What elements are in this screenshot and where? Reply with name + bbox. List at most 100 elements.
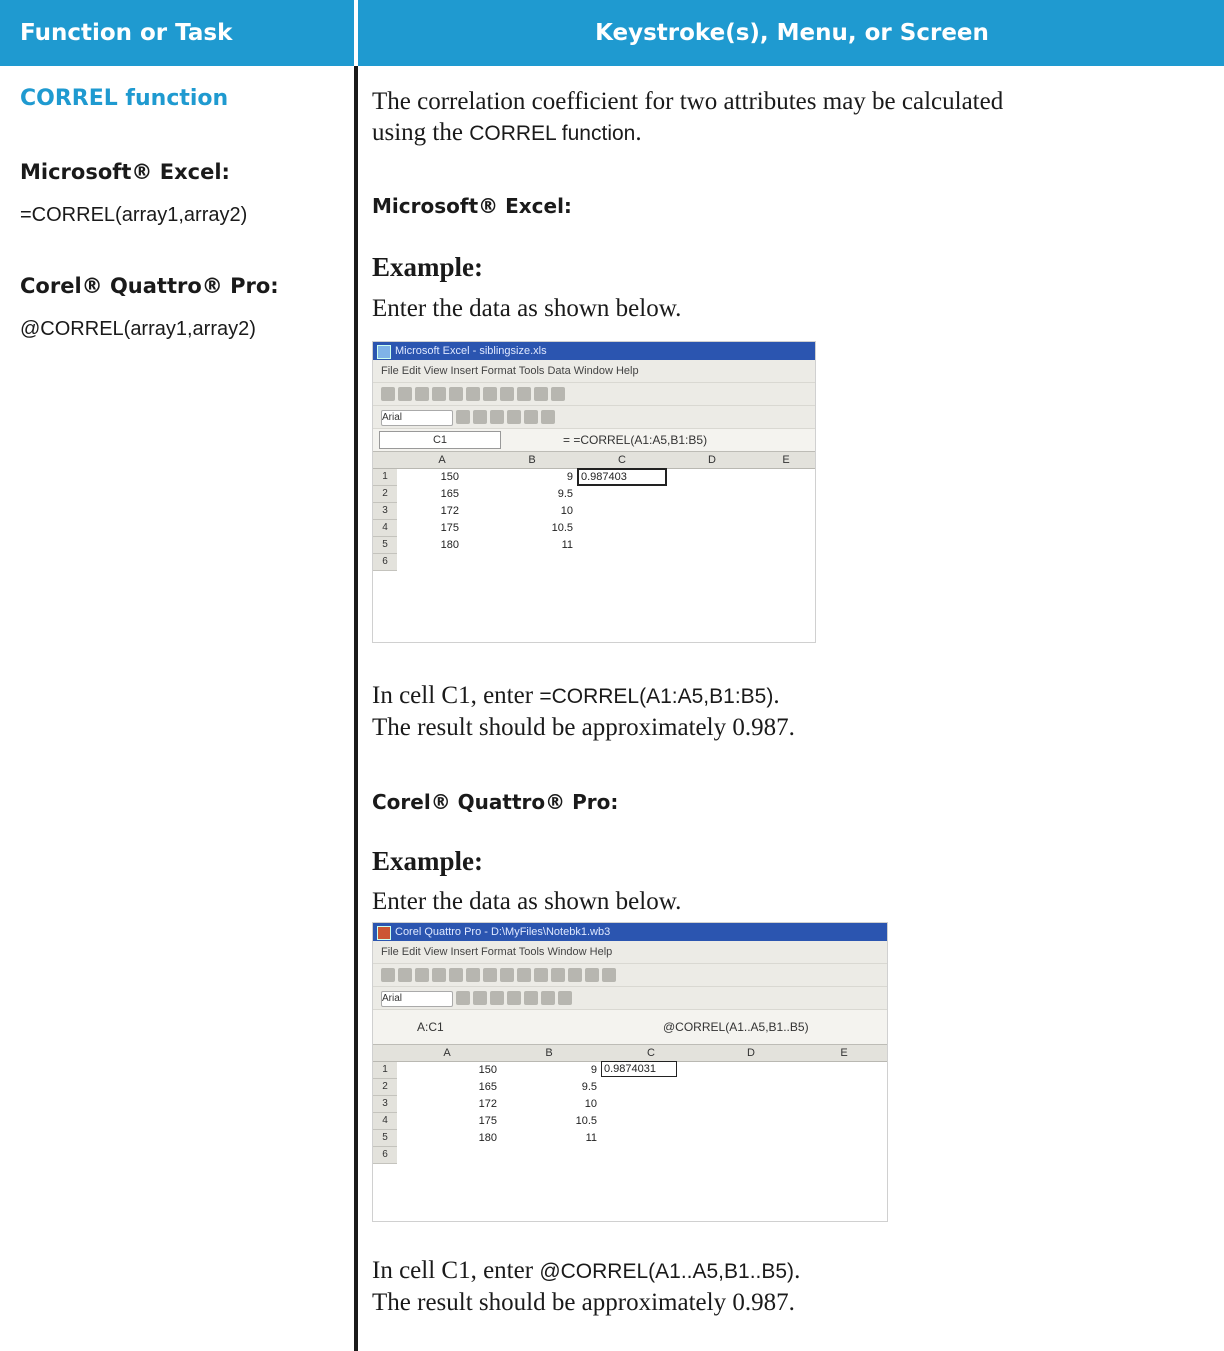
quattro-screenshot: Corel Quattro Pro - D:\MyFiles\Notebk1.w… xyxy=(372,922,888,1222)
excel-col-c: C xyxy=(577,452,668,469)
excel-step-line: In cell C1, enter =CORREL(A1:A5,B1:B5). xyxy=(372,680,1192,712)
quattro-formula-text: @CORREL(A1..A5,B1..B5) xyxy=(663,1020,809,1034)
quattro-col-d: D xyxy=(701,1045,802,1062)
quattro-col-b: B xyxy=(497,1045,602,1062)
quattro-cell: 175 xyxy=(478,1115,497,1127)
excel-row-3: 3 xyxy=(373,503,397,520)
excel-row-2: 2 xyxy=(373,486,397,503)
quattro-cell: 150 xyxy=(478,1064,497,1076)
excel-app-icon xyxy=(377,345,391,359)
excel-name-box: C1 xyxy=(379,431,501,449)
quattro-step-text: In cell C1, enter xyxy=(372,1257,540,1284)
excel-cell: 10.5 xyxy=(551,522,573,534)
excel-cell: 172 xyxy=(440,505,459,517)
quattro-row-4: 4 xyxy=(373,1113,397,1130)
excel-grid: A B C D E 1 2 3 4 5 6 150 165 172 175 18… xyxy=(373,452,815,642)
intro-line-2: using the CORREL function. xyxy=(372,117,1192,149)
quattro-formula-bar: A:C1 @CORREL(A1..A5,B1..B5) xyxy=(373,1010,887,1045)
excel-step-text: In cell C1, enter xyxy=(372,682,540,709)
excel-format-bar: Arial xyxy=(373,406,815,429)
quattro-cell: 9.5 xyxy=(581,1081,597,1093)
left-quattro-syntax: @CORREL(array1,array2) xyxy=(20,318,256,340)
excel-row-1: 1 xyxy=(373,469,397,486)
excel-row-4: 4 xyxy=(373,520,397,537)
quattro-row-1: 1 xyxy=(373,1062,397,1079)
excel-step: In cell C1, enter =CORREL(A1:A5,B1:B5). … xyxy=(372,680,1192,743)
intro-paragraph: The correlation coefficient for two attr… xyxy=(372,86,1192,149)
header-keystrokes: Keystroke(s), Menu, or Screen xyxy=(595,20,989,46)
quattro-enter-data: Enter the data as shown below. xyxy=(372,888,682,915)
excel-selected-cell-c1: 0.987403 xyxy=(577,468,667,486)
quattro-step-formula: @CORREL(A1..A5,B1..B5) xyxy=(539,1260,795,1283)
intro-function-name: CORREL function xyxy=(469,122,636,145)
excel-title: Microsoft Excel - siblingsize.xls xyxy=(395,345,547,357)
quattro-heading: Corel® Quattro® Pro: xyxy=(372,790,619,814)
quattro-row-6: 6 xyxy=(373,1147,397,1164)
excel-step-formula: =CORREL(A1:A5,B1:B5) xyxy=(539,685,774,708)
excel-cell: 9.5 xyxy=(557,488,573,500)
excel-row-6: 6 xyxy=(373,554,397,571)
quattro-row-5: 5 xyxy=(373,1130,397,1147)
quattro-row-3: 3 xyxy=(373,1096,397,1113)
excel-col-b: B xyxy=(487,452,578,469)
quattro-cell: 11 xyxy=(585,1132,597,1144)
excel-cell: 11 xyxy=(561,539,573,551)
quattro-toolbar xyxy=(373,964,887,987)
quattro-cell: 10 xyxy=(584,1098,597,1110)
quattro-grid: A B C D E 1 2 3 4 5 6 150 165 172 175 18… xyxy=(373,1045,887,1221)
excel-cell: 165 xyxy=(440,488,459,500)
intro-period: . xyxy=(635,119,642,146)
column-divider xyxy=(354,66,358,1351)
header-divider xyxy=(354,0,358,66)
left-quattro-heading: Corel® Quattro® Pro: xyxy=(20,274,279,298)
quattro-col-e: E xyxy=(801,1045,887,1062)
intro-text: using the xyxy=(372,119,470,146)
excel-font-box: Arial xyxy=(381,410,453,426)
excel-col-e: E xyxy=(757,452,815,469)
excel-cell: 10 xyxy=(560,505,573,517)
quattro-result: The result should be approximately 0.987… xyxy=(372,1289,795,1316)
quattro-row-2: 2 xyxy=(373,1079,397,1096)
table-header: Function or Task Keystroke(s), Menu, or … xyxy=(0,0,1224,66)
excel-example-heading: Example: xyxy=(372,252,483,282)
quattro-selected-cell-c1: 0.9874031 xyxy=(601,1061,677,1077)
excel-formula-bar: C1 = =CORREL(A1:A5,B1:B5) xyxy=(373,429,815,452)
header-function-or-task: Function or Task xyxy=(20,20,233,46)
quattro-col-a: A xyxy=(397,1045,498,1062)
excel-titlebar: Microsoft Excel - siblingsize.xls xyxy=(373,342,815,360)
quattro-titlebar: Corel Quattro Pro - D:\MyFiles\Notebk1.w… xyxy=(373,923,887,941)
quattro-cell: 172 xyxy=(478,1098,497,1110)
excel-row-5: 5 xyxy=(373,537,397,554)
excel-screenshot: Microsoft Excel - siblingsize.xls File E… xyxy=(372,341,816,643)
quattro-menubar: File Edit View Insert Format Tools Windo… xyxy=(373,941,887,964)
quattro-cell: 165 xyxy=(478,1081,497,1093)
quattro-step-line: In cell C1, enter @CORREL(A1..A5,B1..B5)… xyxy=(372,1255,1192,1287)
excel-heading: Microsoft® Excel: xyxy=(372,194,572,218)
quattro-cell: 9 xyxy=(590,1064,597,1076)
excel-cell: 175 xyxy=(440,522,459,534)
excel-toolbar xyxy=(373,383,815,406)
intro-line-1: The correlation coefficient for two attr… xyxy=(372,88,1004,115)
quattro-title: Corel Quattro Pro - D:\MyFiles\Notebk1.w… xyxy=(395,926,611,938)
excel-formula-text: = =CORREL(A1:A5,B1:B5) xyxy=(563,433,708,447)
excel-step-period: . xyxy=(773,682,780,709)
excel-enter-data: Enter the data as shown below. xyxy=(372,295,682,322)
excel-cell: 150 xyxy=(440,471,459,483)
quattro-step-period: . xyxy=(794,1257,801,1284)
quattro-app-icon xyxy=(377,926,391,940)
excel-col-a: A xyxy=(397,452,488,469)
excel-cell: 180 xyxy=(440,539,459,551)
excel-result: The result should be approximately 0.987… xyxy=(372,714,795,741)
function-name: CORREL function xyxy=(20,86,229,111)
excel-col-d: D xyxy=(667,452,758,469)
excel-cell: 9 xyxy=(566,471,573,483)
quattro-col-c: C xyxy=(601,1045,702,1062)
quattro-step: In cell C1, enter @CORREL(A1..A5,B1..B5)… xyxy=(372,1255,1192,1318)
excel-menubar: File Edit View Insert Format Tools Data … xyxy=(373,360,815,383)
quattro-cell: 10.5 xyxy=(575,1115,597,1127)
quattro-cell: 180 xyxy=(478,1132,497,1144)
left-excel-syntax: =CORREL(array1,array2) xyxy=(20,204,248,226)
left-excel-heading: Microsoft® Excel: xyxy=(20,160,230,184)
quattro-name-box: A:C1 xyxy=(417,1020,444,1034)
quattro-format-bar: Arial xyxy=(373,987,887,1010)
